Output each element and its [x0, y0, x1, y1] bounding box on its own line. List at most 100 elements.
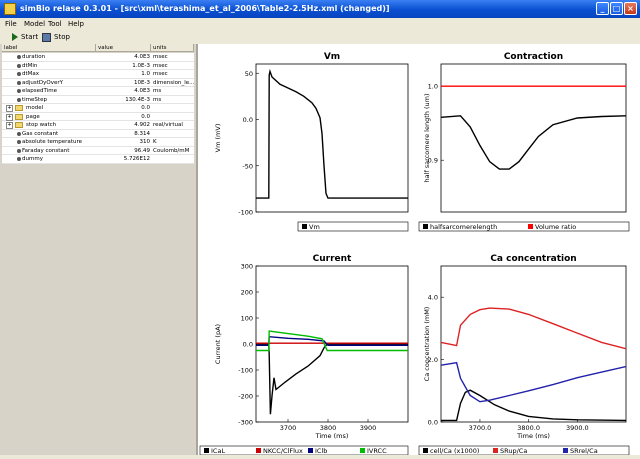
plot-area: Vm 50 0.0 -50 -100 Vm (mV) Vm Contraction 1.0 0.9…	[198, 44, 640, 456]
row-value[interactable]: 1.0	[98, 70, 150, 78]
table-row[interactable]: timeStep 130.4E-3 ms	[2, 95, 194, 104]
legend-label: cell/Ca (x1000)	[430, 447, 479, 455]
row-value[interactable]: 4.902	[98, 121, 150, 129]
variable-icon	[17, 80, 21, 85]
menu-model[interactable]: Model	[24, 18, 45, 30]
variable-icon	[17, 55, 21, 59]
variable-icon	[17, 72, 21, 76]
legend-label: SRup/Ca	[500, 447, 527, 455]
x-axis-label: Time (ms)	[516, 432, 550, 440]
y-tick-label: 100	[241, 315, 253, 323]
table-row[interactable]: Gas constant 8.314	[2, 129, 194, 138]
menu-bar: File Model Tool Help	[0, 18, 640, 30]
table-row[interactable]: adjustDyOverY 10E-3 dimension_le...	[2, 78, 194, 87]
table-row[interactable]: absolute temperature 310 K	[2, 138, 194, 147]
window-title: simBio relase 0.3.01 - [src\xml\terashim…	[20, 4, 390, 13]
series-line-halfsarcomerelength	[441, 115, 626, 170]
column-header-label[interactable]: label	[2, 44, 96, 52]
minimize-button[interactable]: _	[596, 2, 609, 15]
legend-swatch	[308, 448, 313, 453]
menu-file[interactable]: File	[5, 18, 17, 30]
x-tick-label: 3700	[280, 424, 297, 432]
row-label: dummy	[22, 156, 43, 162]
row-value[interactable]: 8.314	[98, 130, 150, 138]
series-line-ical	[256, 343, 408, 415]
row-value[interactable]: 4.0E3	[98, 87, 150, 95]
table-row[interactable]: + stop watch 4.902 real/virtual	[2, 121, 194, 130]
row-value[interactable]: 0.0	[98, 104, 150, 112]
stop-button[interactable]: Stop	[42, 31, 70, 43]
row-units	[153, 113, 194, 121]
table-row[interactable]: dtMin 1.0E-3 msec	[2, 61, 194, 70]
variable-icon	[17, 63, 21, 68]
column-header-units[interactable]: units	[151, 44, 194, 52]
stop-icon	[42, 32, 51, 42]
row-value[interactable]: 1.0E-3	[98, 62, 150, 70]
y-tick-label: -200	[238, 393, 253, 401]
variable-icon	[17, 140, 21, 144]
table-row[interactable]: duration 4.0E3 msec	[2, 53, 194, 62]
table-row[interactable]: Faraday constant 96.49 Coulomb/mM	[2, 146, 194, 155]
table-row[interactable]: dtMax 1.0 msec	[2, 70, 194, 79]
row-value[interactable]: 130.4E-3	[98, 96, 150, 104]
start-label: Start	[21, 33, 39, 41]
legend-swatch	[302, 224, 307, 229]
row-label: dtMin	[22, 62, 38, 69]
expand-icon[interactable]: +	[6, 113, 13, 121]
legend-label: halfsarcomerelength	[430, 223, 497, 231]
variable-icon	[17, 148, 21, 153]
legend-swatch	[423, 224, 428, 229]
maximize-button[interactable]: □	[610, 2, 623, 15]
variable-icon	[17, 157, 21, 161]
series-line-ivrcc	[256, 330, 408, 352]
row-units: ms	[153, 96, 162, 103]
row-label: model	[26, 105, 44, 111]
variable-icon	[17, 89, 21, 93]
row-value[interactable]: 10E-3	[98, 79, 150, 87]
menu-tool[interactable]: Tool	[48, 18, 62, 30]
row-value[interactable]: 310	[98, 138, 151, 146]
row-value[interactable]: 5.726E12	[98, 155, 150, 163]
row-label: adjustDyOverY	[22, 79, 63, 86]
y-tick-label: 4.0	[428, 294, 438, 302]
y-tick-label: 0.0	[428, 419, 438, 427]
table-row[interactable]: + page 0.0	[2, 112, 194, 121]
plot-frame	[255, 63, 409, 213]
row-label: Faraday constant	[22, 147, 70, 154]
table-row[interactable]: + model 0.0	[2, 104, 194, 113]
legend-label: IVRCC	[367, 447, 387, 455]
menu-help[interactable]: Help	[68, 18, 84, 30]
x-tick-label: 3700.0	[469, 424, 492, 432]
y-axis-label: Current (pA)	[214, 324, 222, 364]
legend-label: SRrel/Ca	[570, 447, 598, 455]
table-row[interactable]: elapsedTime 4.0E3 ms	[2, 87, 194, 96]
legend-label: ICaL	[211, 447, 225, 455]
folder-icon	[15, 105, 23, 111]
row-label: dtMax	[22, 71, 40, 77]
column-header-value[interactable]: value	[96, 44, 151, 52]
folder-icon	[15, 122, 23, 128]
y-tick-label: -50	[242, 162, 253, 170]
row-units: ms	[153, 88, 162, 94]
row-label: duration	[22, 54, 46, 60]
x-tick-label: 3800.0	[517, 424, 540, 432]
row-units: Coulomb/mM	[153, 147, 190, 154]
row-units: dimension_le...	[153, 79, 194, 86]
row-value[interactable]: 0.0	[98, 113, 150, 121]
series-line-srup-ca	[441, 307, 626, 350]
x-tick-label: 3900	[360, 424, 377, 432]
table-row[interactable]: dummy 5.726E12	[2, 155, 194, 164]
y-tick-label: 200	[241, 289, 253, 297]
row-label: absolute temperature	[22, 139, 82, 145]
variable-icon	[17, 131, 21, 136]
close-button[interactable]: ×	[624, 2, 637, 15]
row-label: elapsedTime	[22, 88, 57, 94]
chart-title: Contraction	[504, 52, 563, 62]
expand-icon[interactable]: +	[6, 122, 13, 129]
legend-swatch	[563, 448, 568, 453]
row-value[interactable]: 96.49	[98, 147, 150, 155]
legend-label: Vm	[309, 223, 320, 231]
start-button[interactable]: Start	[12, 31, 38, 43]
row-value[interactable]: 4.0E3	[98, 53, 150, 61]
expand-icon[interactable]: +	[6, 105, 13, 112]
